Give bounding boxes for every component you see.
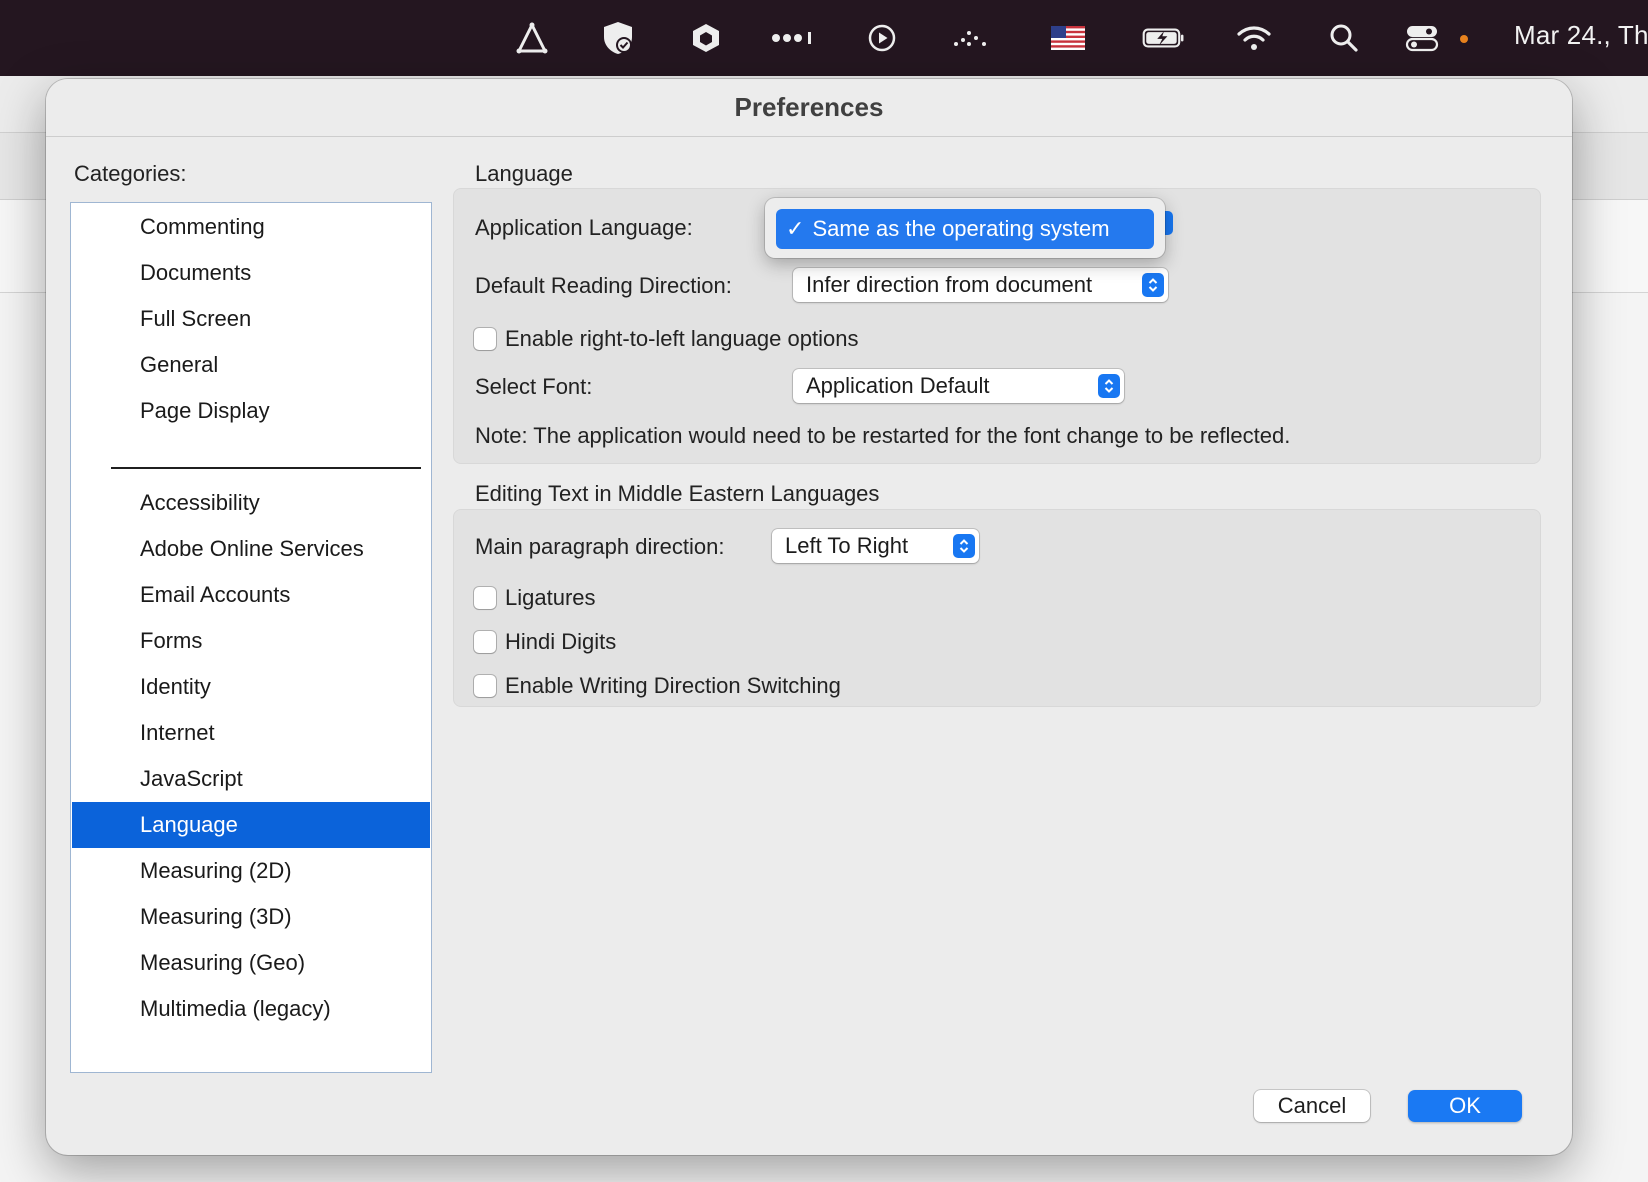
select-font-popup[interactable]: Application Default (793, 369, 1124, 403)
writing-direction-label[interactable]: Enable Writing Direction Switching (505, 673, 841, 699)
font-restart-note: Note: The application would need to be r… (475, 423, 1291, 448)
shield-check-icon[interactable] (596, 18, 640, 58)
reading-direction-value: Infer direction from document (806, 272, 1093, 297)
popup-arrows-icon (1142, 273, 1164, 297)
app-language-menu: ✓ Same as the operating system (765, 198, 1165, 258)
recording-indicator-dot (1460, 35, 1468, 43)
category-documents[interactable]: Documents (72, 250, 430, 296)
cancel-button[interactable]: Cancel (1254, 1090, 1370, 1122)
category-accessibility[interactable]: Accessibility (72, 480, 430, 526)
category-forms[interactable]: Forms (72, 618, 430, 664)
play-icon[interactable] (860, 18, 904, 58)
rtl-options-checkbox[interactable] (474, 328, 496, 350)
app-language-menu-item-label: Same as the operating system (812, 216, 1110, 241)
category-identity[interactable]: Identity (72, 664, 430, 710)
language-section-title: Language (475, 161, 573, 186)
rtl-options-label[interactable]: Enable right-to-left language options (505, 326, 858, 352)
hindi-digits-checkbox[interactable] (474, 631, 496, 653)
wifi-icon[interactable] (1232, 18, 1276, 58)
search-icon[interactable] (1322, 18, 1366, 58)
ok-button[interactable]: OK (1408, 1090, 1522, 1122)
dialog-title: Preferences (734, 92, 884, 122)
categories-label: Categories: (74, 161, 187, 186)
paragraph-direction-popup[interactable]: Left To Right (772, 529, 979, 563)
ligatures-label[interactable]: Ligatures (505, 585, 596, 611)
delta-icon[interactable] (510, 18, 554, 58)
paragraph-direction-value: Left To Right (785, 533, 909, 558)
category-email-accounts[interactable]: Email Accounts (72, 572, 430, 618)
app-language-menu-item[interactable]: ✓ Same as the operating system (776, 209, 1154, 249)
category-language[interactable]: Language (72, 802, 430, 848)
category-adobe-online-services[interactable]: Adobe Online Services (72, 526, 430, 572)
box-icon[interactable] (684, 18, 728, 58)
reading-direction-label: Default Reading Direction: (475, 273, 732, 298)
app-language-popup-edge (1165, 211, 1173, 235)
select-font-value: Application Default (806, 373, 990, 398)
category-multimedia-legacy[interactable]: Multimedia (legacy) (72, 986, 430, 1032)
category-separator (111, 467, 421, 469)
middle-eastern-section-title: Editing Text in Middle Eastern Languages (475, 481, 880, 506)
category-measuring-2d[interactable]: Measuring (2D) (72, 848, 430, 894)
preferences-dialog: Preferences Categories: Commenting Docum… (46, 79, 1572, 1155)
category-javascript[interactable]: JavaScript (72, 756, 430, 802)
menubar-clock[interactable]: Mar 24., Th (1514, 20, 1648, 51)
hindi-digits-label[interactable]: Hindi Digits (505, 629, 616, 655)
category-measuring-geo[interactable]: Measuring (Geo) (72, 940, 430, 986)
ligatures-checkbox[interactable] (474, 587, 496, 609)
categories-list[interactable]: Commenting Documents Full Screen General… (70, 202, 432, 1073)
category-internet[interactable]: Internet (72, 710, 430, 756)
control-center-icon[interactable] (1400, 18, 1444, 58)
app-language-label: Application Language: (475, 215, 693, 240)
popup-arrows-icon (1098, 374, 1120, 398)
category-page-display[interactable]: Page Display (72, 388, 430, 434)
battery-charging-icon[interactable] (1142, 18, 1186, 58)
category-general[interactable]: General (72, 342, 430, 388)
menu-bar: Mar 24., Th (0, 0, 1648, 76)
checkmark-icon: ✓ (786, 216, 805, 241)
dots-icon[interactable] (770, 18, 814, 58)
paragraph-direction-label: Main paragraph direction: (475, 534, 725, 559)
reading-direction-popup[interactable]: Infer direction from document (793, 268, 1168, 302)
category-measuring-3d[interactable]: Measuring (3D) (72, 894, 430, 940)
select-font-label: Select Font: (475, 374, 593, 399)
us-flag-icon[interactable] (1046, 18, 1090, 58)
dialog-titlebar: Preferences (46, 79, 1572, 137)
writing-direction-checkbox[interactable] (474, 675, 496, 697)
popup-arrows-icon (953, 534, 975, 558)
category-full-screen[interactable]: Full Screen (72, 296, 430, 342)
activity-icon[interactable] (948, 18, 992, 58)
category-commenting[interactable]: Commenting (72, 204, 430, 250)
